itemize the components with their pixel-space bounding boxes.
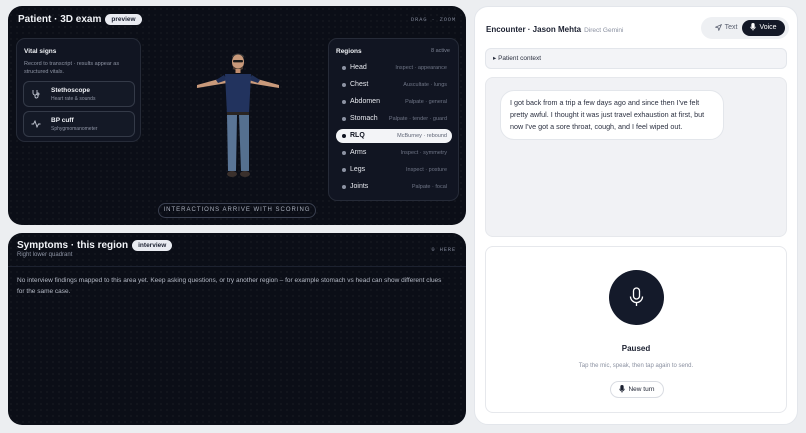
region-label: Abdomen [350, 98, 380, 105]
patient-context-toggle[interactable]: ▸ Patient context [485, 48, 787, 69]
region-chest[interactable]: Chest Auscultate · lungs [336, 78, 452, 92]
voice-hint: Tap the mic, speak, then tap again to se… [578, 363, 694, 369]
bp-cuff-sub: Sphygmomanometer [51, 126, 98, 132]
encounter-panel: Encounter · Jason Mehta Direct Gemini Tex… [474, 6, 798, 425]
region-action: Palpate · tender · guard [388, 116, 447, 122]
region-dot [342, 100, 346, 104]
bp-cuff-button[interactable]: BP cuff Sphygmomanometer [23, 111, 135, 137]
preview-badge: preview [105, 14, 142, 25]
region-action: Inspect · posture [406, 167, 447, 173]
region-dot [342, 151, 346, 155]
region-rlq[interactable]: RLQ McBurney · rebound [336, 129, 452, 143]
region-arms[interactable]: Arms Inspect · symmetry [336, 146, 452, 160]
mic-icon [629, 287, 644, 306]
region-label: Legs [350, 166, 366, 173]
conversation-area: I got back from a trip a few days ago an… [485, 77, 787, 237]
symptoms-panel: Symptoms · this region interview 0 HERE R… [8, 233, 466, 425]
scoring-notice: INTERACTIONS ARRIVE WITH SCORING [158, 203, 316, 218]
text-mode-button[interactable]: Text [707, 20, 745, 36]
stethoscope-button[interactable]: Stethoscope Heart rate & sounds [23, 81, 135, 107]
mic-icon [619, 385, 626, 393]
text-mode-label: Text [724, 24, 738, 31]
new-turn-label: New turn [628, 386, 655, 393]
voice-mode-label: Voice [759, 24, 777, 31]
bp-cuff-name: BP cuff [51, 117, 74, 124]
region-dot [342, 185, 346, 189]
encounter-title: Encounter · Jason Mehta Direct Gemini [486, 25, 624, 34]
region-action: Inspect · symmetry [400, 150, 447, 156]
region-label: Arms [350, 149, 367, 156]
voice-status: Paused [621, 344, 651, 353]
symptoms-body: No interview findings mapped to this are… [17, 277, 442, 295]
symptoms-title: Symptoms · this region interview [17, 240, 173, 252]
send-icon [714, 23, 722, 32]
region-action: Auscultate · lungs [403, 82, 447, 88]
divider [8, 266, 466, 267]
patient-message: I got back from a trip a few days ago an… [500, 90, 724, 140]
exam-panel: Patient · 3D exam preview DRAG · ZOOM Vit… [8, 6, 466, 225]
exam-title: Patient · 3D exam preview [18, 14, 142, 25]
exam-title-text: Patient · 3D exam [18, 14, 102, 26]
vital-signs-card: Vital signs Record to transcript · resul… [16, 38, 141, 142]
findings-count: 0 HERE [431, 246, 456, 253]
mode-toggle: Text Voice [701, 17, 789, 39]
regions-card: Regions 8 active Head Inspect · appearan… [328, 38, 459, 201]
encounter-title-text: Encounter · Jason Mehta [486, 25, 582, 34]
region-joints[interactable]: Joints Palpate · focal [336, 180, 452, 194]
mic-button[interactable] [609, 270, 664, 325]
mode-label: Direct Gemini [584, 27, 624, 34]
mic-icon [750, 23, 757, 31]
region-label: Head [350, 64, 367, 71]
region-action: Palpate · general [405, 99, 447, 105]
voice-controls: Paused Tap the mic, speak, then tap agai… [485, 246, 787, 413]
stethoscope-sub: Heart rate & sounds [51, 96, 96, 102]
region-action: McBurney · rebound [397, 133, 447, 139]
region-dot [342, 134, 346, 138]
symptoms-subtitle: Right lower quadrant [17, 252, 73, 258]
region-action: Palpate · focal [411, 184, 447, 190]
voice-mode-button[interactable]: Voice [742, 20, 785, 36]
symptoms-title-text: Symptoms · this region [17, 240, 129, 252]
patient-3d-model[interactable] [194, 48, 304, 198]
region-dot [342, 66, 346, 70]
region-head[interactable]: Head Inspect · appearance [336, 61, 452, 75]
regions-heading: Regions [336, 48, 362, 55]
vital-signs-heading: Vital signs [24, 48, 57, 55]
region-dot [342, 168, 346, 172]
region-label: Stomach [350, 115, 378, 122]
region-dot [342, 117, 346, 121]
drag-zoom-hint: DRAG · ZOOM [410, 16, 456, 23]
stethoscope-name: Stethoscope [51, 87, 91, 94]
vital-signs-description: Record to transcript · results appear as… [24, 61, 120, 75]
new-turn-button[interactable]: New turn [610, 381, 664, 398]
region-stomach[interactable]: Stomach Palpate · tender · guard [336, 112, 452, 126]
region-action: Inspect · appearance [395, 65, 447, 71]
region-label: RLQ [350, 132, 365, 139]
stethoscope-icon [32, 90, 40, 99]
regions-count: 8 active [431, 48, 450, 54]
region-label: Joints [350, 183, 369, 190]
region-abdomen[interactable]: Abdomen Palpate · general [336, 95, 452, 109]
region-legs[interactable]: Legs Inspect · posture [336, 163, 452, 177]
region-label: Chest [350, 81, 369, 88]
region-dot [342, 83, 346, 87]
pulse-icon [31, 119, 41, 129]
interview-badge: interview [132, 240, 173, 251]
